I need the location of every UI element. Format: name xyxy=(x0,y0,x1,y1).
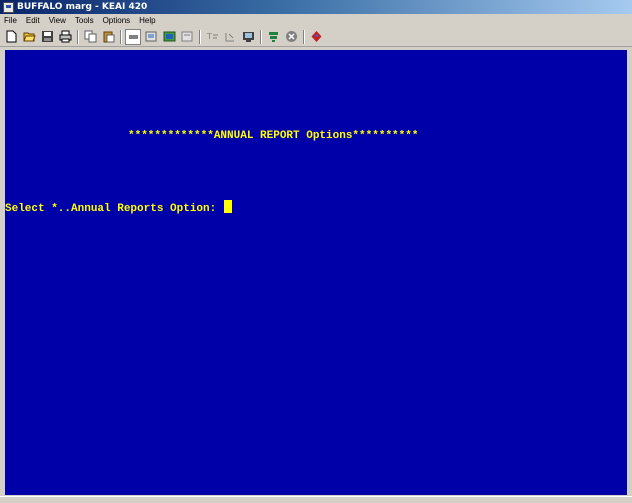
text-cursor xyxy=(223,200,232,213)
menu-tools[interactable]: Tools xyxy=(71,14,99,27)
connect-icon[interactable] xyxy=(125,28,141,45)
menu-options[interactable]: Options xyxy=(99,14,136,27)
toolbar-separator xyxy=(260,29,262,44)
svg-text:T: T xyxy=(206,32,212,41)
window-title-bar: BUFFALO marg - KEAI 420 xyxy=(0,0,632,14)
toolbar: T xyxy=(0,27,632,47)
menu-bar: File Edit View Tools Options Help xyxy=(0,14,632,27)
font-icon[interactable]: T xyxy=(205,30,219,44)
stop-icon[interactable] xyxy=(284,30,298,44)
menu-file[interactable]: File xyxy=(0,14,22,27)
menu-edit[interactable]: Edit xyxy=(22,14,45,27)
print-icon[interactable] xyxy=(58,30,72,44)
macro-icon[interactable] xyxy=(266,30,280,44)
open-icon[interactable] xyxy=(22,30,36,44)
window-title: BUFFALO marg - KEAI 420 xyxy=(17,2,148,12)
toolbar-separator xyxy=(120,29,122,44)
menu-help[interactable]: Help xyxy=(135,14,160,27)
copy-icon[interactable] xyxy=(83,30,97,44)
new-icon[interactable] xyxy=(4,30,18,44)
toolbar-separator xyxy=(303,29,305,44)
help-icon[interactable] xyxy=(309,30,323,44)
paste-icon[interactable] xyxy=(101,30,115,44)
screen-icon[interactable] xyxy=(241,30,255,44)
terminal-prompt-line: Select *..Annual Reports Option: xyxy=(5,200,232,215)
capture-icon[interactable] xyxy=(180,30,194,44)
terminal-screen[interactable]: *************ANNUAL REPORT Options******… xyxy=(5,50,627,495)
save-icon[interactable] xyxy=(40,30,54,44)
menu-view[interactable]: View xyxy=(45,14,71,27)
keyboard-icon[interactable] xyxy=(223,30,237,44)
toolbar-separator xyxy=(199,29,201,44)
toolbar-separator xyxy=(77,29,79,44)
app-icon xyxy=(3,1,14,13)
terminal-prompt: Select *..Annual Reports Option: xyxy=(5,203,223,215)
receive-file-icon[interactable] xyxy=(162,30,176,44)
terminal-heading: *************ANNUAL REPORT Options******… xyxy=(128,130,419,142)
send-file-icon[interactable] xyxy=(144,30,158,44)
